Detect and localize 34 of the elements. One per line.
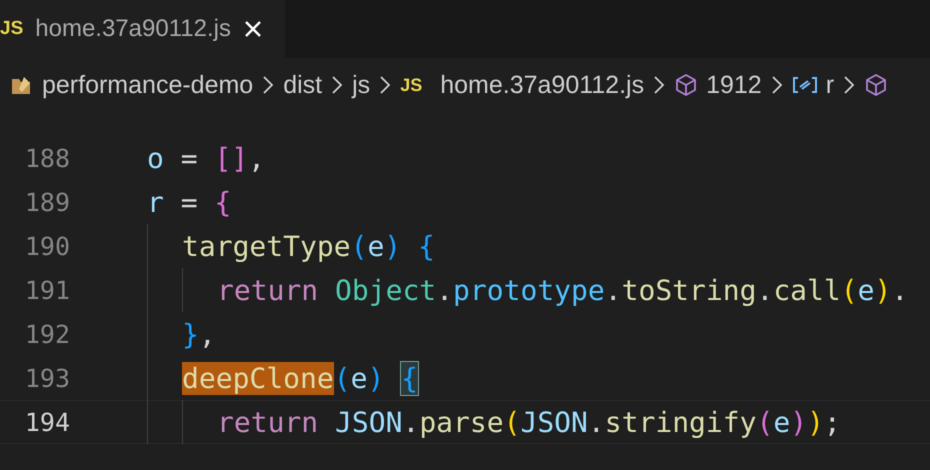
tab-label: home.37a90112.js [35,15,231,43]
chevron-icon [379,75,392,95]
code-line: o = [], [147,140,266,176]
js-file-icon: JS [0,18,24,40]
code-line: targetType(e) { [182,228,435,264]
line-number: 188 [24,144,70,172]
js-file-icon: JS [400,74,422,96]
line-number: 194 [24,408,70,436]
chevron-icon [843,75,856,95]
cube-icon [674,73,698,97]
breadcrumb-item[interactable]: r [826,70,834,100]
breadcrumb-item[interactable]: performance-demo [42,70,254,100]
code-line: return JSON.parse(JSON.stringify(e)); [217,404,841,440]
line-number: 190 [24,232,70,260]
breadcrumb-item[interactable]: js [352,70,370,100]
code-line: r = { [147,184,232,220]
chevron-icon [770,75,783,95]
chevron-icon [262,75,274,95]
line-number: 193 [24,364,70,392]
code-line: deepClone(e) { [182,360,418,396]
line-number: 191 [24,276,70,304]
line-number: 189 [24,188,70,216]
editor-tab[interactable]: JS home.37a90112.js [0,0,285,58]
code-line: }, [182,316,216,352]
breadcrumb-item[interactable]: dist [283,70,322,100]
breadcrumb-item[interactable]: 1912 [706,70,762,100]
variable-icon [792,75,818,95]
chevron-icon [653,75,666,95]
cube-icon [864,73,888,97]
close-icon[interactable] [242,19,263,39]
code-line: return Object.prototype.toString.call(e). [217,272,908,308]
chevron-icon [331,75,344,95]
line-number: 192 [24,320,70,348]
breadcrumb-item[interactable]: home.37a90112.js [440,70,644,100]
